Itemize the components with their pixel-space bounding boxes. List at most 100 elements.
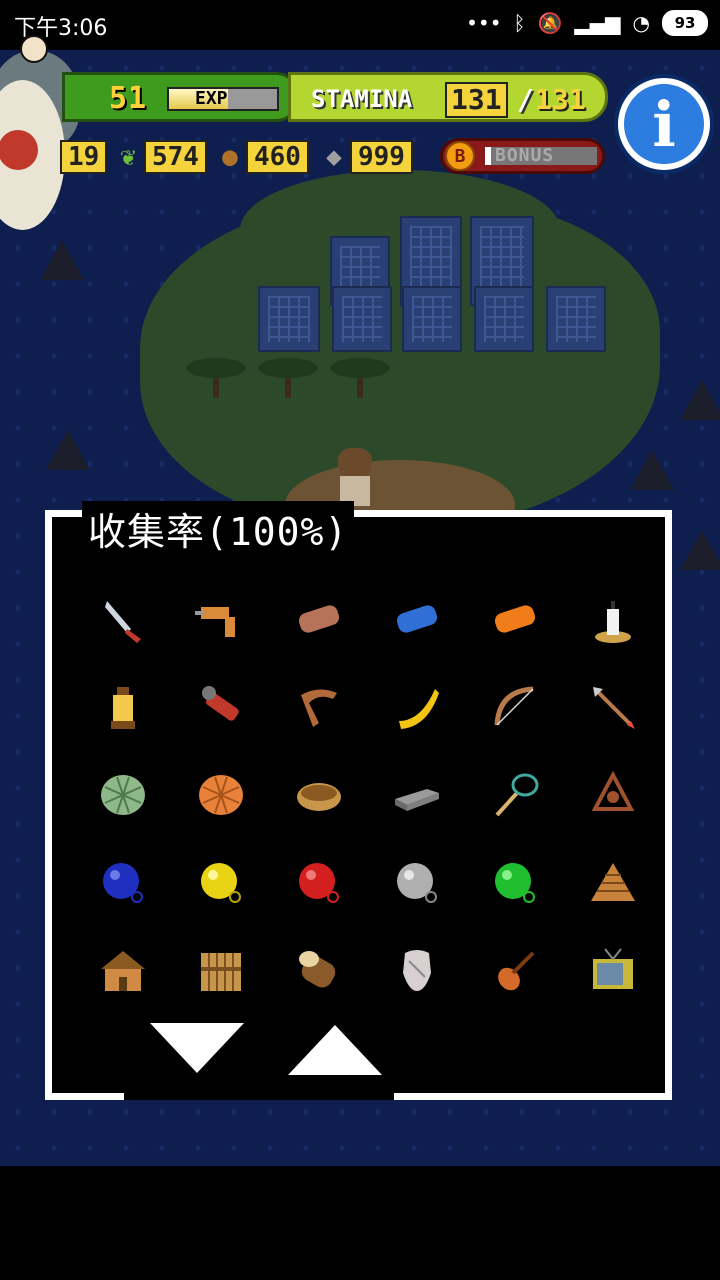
- collection-slot[interactable]: [466, 751, 564, 839]
- building: [474, 286, 534, 352]
- collection-slot[interactable]: [466, 927, 564, 1015]
- player-avatar[interactable]: [0, 30, 90, 240]
- mute-icon: 🔕: [537, 11, 563, 35]
- basket-icon: [293, 769, 345, 821]
- collection-slot[interactable]: [172, 575, 270, 663]
- status-bar: 下午3:06 ••• ᛒ 🔕 ▂▄▆ ◔ 93: [0, 0, 720, 50]
- rock: [630, 450, 674, 490]
- collection-slot[interactable]: [74, 663, 172, 751]
- rock: [680, 380, 720, 420]
- collection-slot[interactable]: [74, 927, 172, 1015]
- palm-tree: [186, 358, 246, 398]
- collection-slot[interactable]: [270, 751, 368, 839]
- collection-slot[interactable]: [564, 575, 662, 663]
- player-head: [338, 448, 372, 478]
- rock: [40, 240, 84, 280]
- collection-slot[interactable]: [564, 927, 662, 1015]
- sextant-icon: [587, 769, 639, 821]
- collection-slot[interactable]: [172, 839, 270, 927]
- collection-slot[interactable]: [564, 839, 662, 927]
- resource-value: 460: [246, 140, 309, 174]
- yellow-float-icon: [195, 857, 247, 909]
- stone-block-icon: [391, 769, 443, 821]
- violin-icon: [489, 945, 541, 997]
- leaf-icon: ❦: [120, 142, 136, 172]
- stamina-current: 131: [445, 82, 508, 118]
- log-pile-icon: [587, 857, 639, 909]
- collection-slot[interactable]: [172, 751, 270, 839]
- collection-title: 收集率(100%): [82, 501, 355, 556]
- green-net-icon: [97, 769, 149, 821]
- collection-slot[interactable]: [564, 751, 662, 839]
- collection-slot[interactable]: [172, 663, 270, 751]
- avatar-face: [20, 35, 48, 63]
- collection-slot[interactable]: [74, 839, 172, 927]
- machete-icon: [97, 593, 149, 645]
- player-character[interactable]: [330, 448, 380, 508]
- tooth-icon: [391, 945, 443, 997]
- resource-leaves: ❦ 574: [112, 140, 207, 174]
- wood-log-icon: [293, 593, 345, 645]
- scroll-up-button[interactable]: [288, 1025, 382, 1075]
- fishing-net-icon: [489, 769, 541, 821]
- flashlight-icon: [195, 681, 247, 733]
- resource-value: 999: [350, 140, 413, 174]
- building: [402, 286, 462, 352]
- collection-grid: [74, 575, 654, 1015]
- collection-slot[interactable]: [270, 575, 368, 663]
- collection-slot[interactable]: [368, 663, 466, 751]
- orange-net-icon: [195, 769, 247, 821]
- collection-panel: 收集率(100%): [45, 501, 672, 1100]
- collection-slot[interactable]: [564, 663, 662, 751]
- exp-label: EXP: [195, 88, 228, 109]
- bonus-bar[interactable]: B BONUS: [440, 138, 605, 174]
- bow-icon: [489, 681, 541, 733]
- wooden-fence-icon: [195, 945, 247, 997]
- stamina-separator: /: [517, 83, 534, 116]
- gray-float-icon: [391, 857, 443, 909]
- resource-stones: ◆ 999: [318, 140, 413, 174]
- exp-bar: EXP: [167, 87, 279, 111]
- bluetooth-icon: ᛒ: [513, 11, 526, 35]
- stone-icon: ◆: [326, 142, 342, 172]
- collection-slot[interactable]: [466, 839, 564, 927]
- rock: [680, 530, 720, 570]
- collection-slot[interactable]: [270, 839, 368, 927]
- collection-slot[interactable]: [74, 751, 172, 839]
- boomerang-yellow-icon: [391, 681, 443, 733]
- blue-log-icon: [391, 593, 443, 645]
- resource-coins: 19: [60, 140, 108, 174]
- palm-tree: [258, 358, 318, 398]
- collection-slot[interactable]: [172, 927, 270, 1015]
- red-float-icon: [293, 857, 345, 909]
- palm-tree: [330, 358, 390, 398]
- television-icon: [587, 945, 639, 997]
- info-button[interactable]: i: [618, 78, 710, 170]
- green-float-icon: [489, 857, 541, 909]
- info-icon: i: [652, 87, 676, 161]
- collection-slot[interactable]: [368, 839, 466, 927]
- boomerang-brown-icon: [293, 681, 345, 733]
- collection-slot[interactable]: [368, 575, 466, 663]
- bonus-badge-icon: B: [445, 141, 475, 171]
- collection-slot[interactable]: [270, 927, 368, 1015]
- collection-slot[interactable]: [466, 663, 564, 751]
- collection-slot[interactable]: [270, 663, 368, 751]
- more-dots-icon: •••: [466, 11, 502, 35]
- bonus-fill: [485, 147, 491, 165]
- lantern-icon: [97, 681, 149, 733]
- stamina-bar: STAMINA 131 / 131: [288, 72, 608, 122]
- candle-icon: [587, 593, 639, 645]
- battery-icon: 93: [662, 10, 708, 36]
- level-value: 51: [109, 81, 148, 116]
- collection-slot[interactable]: [368, 927, 466, 1015]
- acorn-icon: ●: [222, 142, 238, 172]
- collection-slot[interactable]: [466, 575, 564, 663]
- arrow-icon: [587, 681, 639, 733]
- building: [258, 286, 320, 352]
- scroll-down-button[interactable]: [150, 1023, 244, 1073]
- log-stump-icon: [293, 945, 345, 997]
- collection-slot[interactable]: [368, 751, 466, 839]
- building: [546, 286, 606, 352]
- collection-slot[interactable]: [74, 575, 172, 663]
